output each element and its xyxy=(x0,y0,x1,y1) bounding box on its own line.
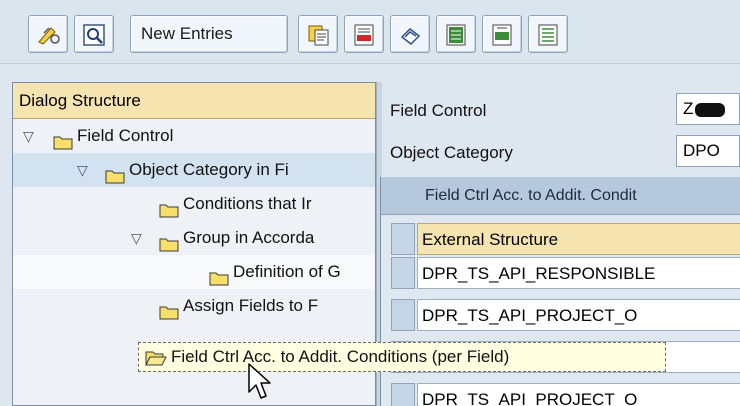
application-toolbar: New Entries xyxy=(0,0,740,64)
table-row[interactable]: DPR_TS_API_PROJECT_O xyxy=(417,383,740,406)
new-entries-button[interactable]: New Entries xyxy=(130,15,288,53)
select-block-button[interactable] xyxy=(482,15,522,53)
field-control-value: Z xyxy=(676,93,740,125)
tree-item-assign-fields[interactable]: Assign Fields to F xyxy=(13,289,375,323)
table-title: Field Ctrl Acc. to Addit. Condit xyxy=(381,177,740,215)
tree-item-object-category[interactable]: ▽ Object Category in Fi xyxy=(13,153,375,187)
object-category-value: DPO xyxy=(676,135,740,167)
object-category-label: Object Category xyxy=(390,143,513,162)
expand-triangle-icon[interactable]: ▽ xyxy=(23,119,34,153)
tree-item-label: Assign Fields to F xyxy=(183,296,319,315)
open-folder-icon xyxy=(145,351,167,366)
row-selector[interactable] xyxy=(391,383,415,406)
row-selector[interactable] xyxy=(391,257,415,289)
column-header-external-structure[interactable]: External Structure xyxy=(417,223,740,255)
copy-button[interactable] xyxy=(298,15,338,53)
tree-item-label: Conditions that Ir xyxy=(183,194,312,213)
tree-item-label: Object Category in Fi xyxy=(129,160,289,179)
field-control-label: Field Control xyxy=(390,101,487,120)
expand-triangle-icon[interactable]: ▽ xyxy=(77,153,88,187)
tree-item-label: Group in Accorda xyxy=(183,228,315,247)
tree-item-conditions[interactable]: Conditions that Ir xyxy=(13,187,375,221)
dialog-structure-header: Dialog Structure xyxy=(13,83,375,119)
tree-item-field-control[interactable]: ▽ Field Control xyxy=(13,119,375,153)
display-change-button[interactable] xyxy=(28,15,68,53)
tooltip-text: Field Ctrl Acc. to Addit. Conditions (pe… xyxy=(171,347,510,366)
table-row[interactable]: DPR_TS_API_RESPONSIBLE xyxy=(417,257,740,289)
new-entries-label: New Entries xyxy=(141,24,233,43)
tree-item-definition[interactable]: Definition of G xyxy=(13,255,375,289)
expand-triangle-icon[interactable]: ▽ xyxy=(131,221,142,255)
tree-item-group[interactable]: ▽ Group in Accorda xyxy=(13,221,375,255)
tree-item-label: Definition of G xyxy=(233,262,341,281)
mouse-pointer-icon xyxy=(248,363,271,399)
delete-button[interactable] xyxy=(344,15,384,53)
redacted-mark xyxy=(695,102,726,117)
tree-item-label: Field Control xyxy=(77,126,174,145)
table-row[interactable]: DPR_TS_API_PROJECT_O xyxy=(417,299,740,331)
find-button[interactable] xyxy=(74,15,114,53)
tree-item-tooltip: Field Ctrl Acc. to Addit. Conditions (pe… xyxy=(138,342,666,372)
deselect-all-button[interactable] xyxy=(528,15,568,53)
select-all-button[interactable] xyxy=(436,15,476,53)
folder-icon xyxy=(159,298,179,332)
undo-button[interactable] xyxy=(390,15,430,53)
select-all-rows-button[interactable] xyxy=(391,223,415,255)
row-selector[interactable] xyxy=(391,299,415,331)
